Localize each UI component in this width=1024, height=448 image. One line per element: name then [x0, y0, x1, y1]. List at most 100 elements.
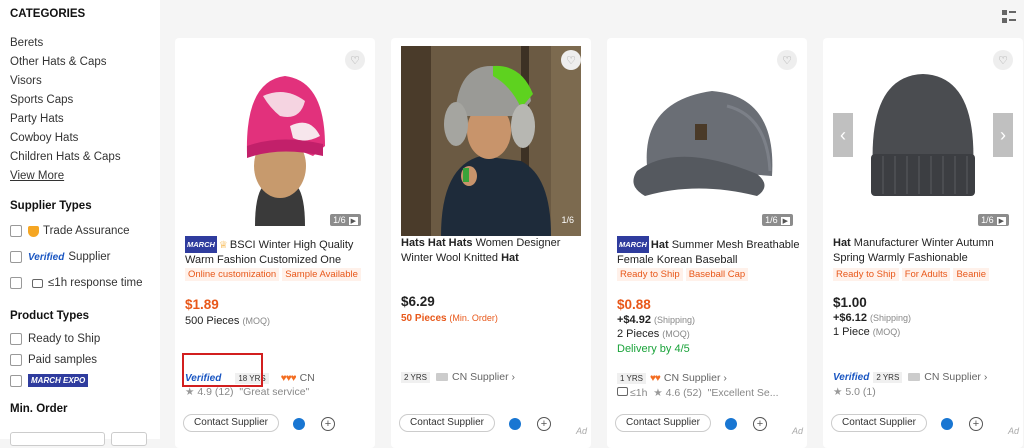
- chat-now-icon[interactable]: [509, 418, 521, 430]
- paid-samples-checkbox[interactable]: [10, 353, 22, 366]
- filter-response-time[interactable]: ≤1h response time: [10, 270, 160, 296]
- supplier-link[interactable]: Supplier ›: [942, 371, 987, 383]
- min-order-ok-button[interactable]: [111, 432, 147, 446]
- favorite-heart-icon[interactable]: ♡: [993, 50, 1013, 70]
- min-order-title: Min. Order: [10, 403, 68, 415]
- shipping-value: +$4.92: [617, 314, 651, 326]
- category-berets[interactable]: Berets: [10, 34, 160, 53]
- image-counter-text: 1/6: [765, 215, 778, 225]
- shipping-text: +$4.92 (Shipping): [617, 314, 695, 326]
- supplier-country: CN: [451, 371, 468, 383]
- product-image[interactable]: [401, 46, 581, 236]
- category-cowboy-hats[interactable]: Cowboy Hats: [10, 129, 160, 148]
- carousel-prev-icon[interactable]: ‹: [833, 113, 853, 157]
- filter-trade-assurance[interactable]: Trade Assurance: [10, 218, 160, 244]
- shipping-label: (Shipping): [870, 313, 912, 323]
- favorite-heart-icon[interactable]: ♡: [345, 50, 365, 70]
- category-other-hats[interactable]: Other Hats & Caps: [10, 53, 160, 72]
- tag-sample-available: Sample Available: [282, 268, 361, 281]
- supplier-country: CN: [663, 372, 680, 384]
- rating-text: 4.9 (12): [197, 386, 234, 398]
- march-expo-badge: MARCH EXPO: [28, 374, 89, 387]
- response-time-checkbox[interactable]: [10, 277, 22, 289]
- tag-online-customization: Online customization: [185, 268, 280, 281]
- shipping-value: +$6.12: [833, 312, 867, 324]
- product-tags: Ready to Ship Baseball Cap: [617, 268, 749, 281]
- add-compare-icon[interactable]: +: [537, 417, 551, 431]
- category-visors[interactable]: Visors: [10, 72, 160, 91]
- product-title[interactable]: MARCH Hat Summer Mesh Breathable Female K…: [617, 236, 803, 268]
- contact-supplier-button[interactable]: Contact Supplier: [831, 414, 927, 432]
- play-icon[interactable]: ▶: [780, 217, 790, 225]
- supplier-info: Verified 2 YRS CN Supplier ›: [833, 371, 987, 383]
- march-badge: MARCH: [185, 236, 217, 253]
- favorite-heart-icon[interactable]: ♡: [561, 50, 581, 70]
- product-tags: Ready to Ship For Adults Beanie: [833, 268, 990, 281]
- favorite-heart-icon[interactable]: ♡: [777, 50, 797, 70]
- contact-supplier-button[interactable]: Contact Supplier: [399, 414, 495, 432]
- min-order-input[interactable]: [10, 432, 105, 446]
- tag-for-adults: For Adults: [901, 268, 951, 281]
- product-card[interactable]: ♡ 1/6 Hats Hat Hats Women Designer Winte…: [391, 38, 591, 448]
- product-title-bold: Hat: [650, 239, 669, 251]
- carousel-next-icon[interactable]: ›: [993, 113, 1013, 157]
- product-title[interactable]: Hat Manufacturer Winter Autumn Spring Wa…: [833, 236, 1019, 266]
- filter-ready-to-ship[interactable]: Ready to Ship: [10, 328, 160, 349]
- chat-now-icon[interactable]: [725, 418, 737, 430]
- contact-supplier-button[interactable]: Contact Supplier: [615, 414, 711, 432]
- ad-label: Ad: [791, 426, 803, 436]
- chat-icon: [32, 278, 43, 288]
- add-compare-icon[interactable]: +: [969, 417, 983, 431]
- paid-samples-label: Paid samples: [28, 353, 98, 366]
- response-time: ≤1h: [630, 387, 648, 399]
- product-title-bold: Hat: [833, 237, 851, 249]
- product-title[interactable]: Hats Hat Hats Women Designer Winter Wool…: [401, 236, 587, 266]
- category-sports-caps[interactable]: Sports Caps: [10, 91, 160, 110]
- tag-baseball-cap: Baseball Cap: [685, 268, 749, 281]
- supplier-country: CN: [299, 372, 315, 384]
- annotation-highlight-box: [182, 353, 263, 387]
- chat-now-icon[interactable]: [941, 418, 953, 430]
- grid-view-icon[interactable]: [1002, 10, 1016, 24]
- filter-verified-supplier[interactable]: Verified Supplier: [10, 244, 160, 270]
- moq-label: (MOQ): [872, 327, 901, 337]
- add-compare-icon[interactable]: +: [321, 417, 335, 431]
- product-image[interactable]: [833, 46, 1013, 236]
- moq-text: 2 Pieces (MOQ): [617, 328, 690, 340]
- supplier-country: CN: [924, 371, 940, 383]
- supplier-link[interactable]: Supplier ›: [470, 371, 515, 383]
- march-expo-checkbox[interactable]: [10, 374, 22, 387]
- filter-paid-samples[interactable]: Paid samples: [10, 349, 160, 370]
- product-price: $6.29: [401, 294, 435, 309]
- country-flag-icon: [435, 373, 448, 381]
- filter-sidebar: CATEGORIES Berets Other Hats & Caps Viso…: [0, 0, 160, 446]
- product-card[interactable]: ‹ › ♡ 1/6 ▶ Hat Manufacturer Winter Autum…: [823, 38, 1023, 448]
- product-image[interactable]: [185, 46, 365, 236]
- product-title[interactable]: MARCH ♕ BSCI Winter High Quality Warm Fash…: [185, 236, 371, 268]
- category-party-hats[interactable]: Party Hats: [10, 110, 160, 129]
- trade-assurance-checkbox[interactable]: [10, 225, 22, 237]
- march-badge: MARCH: [617, 236, 649, 253]
- play-icon[interactable]: ▶: [348, 217, 358, 225]
- chat-now-icon[interactable]: [293, 418, 305, 430]
- moq-text: 50 Pieces (Min. Order): [401, 313, 498, 324]
- product-card[interactable]: ♡ 1/6 ▶ MARCH Hat Summer Mesh Breathable F…: [607, 38, 807, 448]
- supplier-years: 2 YRS: [401, 371, 430, 383]
- rating-text: 4.6 (52): [665, 387, 702, 399]
- image-counter-text: 1/6: [981, 215, 994, 225]
- play-icon[interactable]: ▶: [996, 217, 1006, 225]
- product-image[interactable]: [617, 46, 797, 236]
- contact-supplier-button[interactable]: Contact Supplier: [183, 414, 279, 432]
- filter-march-expo[interactable]: MARCH EXPO: [10, 370, 160, 391]
- star-icon: ★: [185, 386, 195, 398]
- star-icon: ★: [653, 387, 663, 399]
- ready-to-ship-checkbox[interactable]: [10, 332, 22, 345]
- add-compare-icon[interactable]: +: [753, 417, 767, 431]
- supplier-link[interactable]: Supplier ›: [682, 372, 727, 384]
- verified-supplier-label: Supplier: [68, 251, 111, 263]
- view-more-link[interactable]: View More: [10, 167, 160, 186]
- product-tags: Online customization Sample Available: [185, 268, 361, 281]
- verified-supplier-checkbox[interactable]: [10, 251, 22, 263]
- category-children-hats[interactable]: Children Hats & Caps: [10, 148, 160, 167]
- shipping-text: +$6.12 (Shipping): [833, 312, 911, 324]
